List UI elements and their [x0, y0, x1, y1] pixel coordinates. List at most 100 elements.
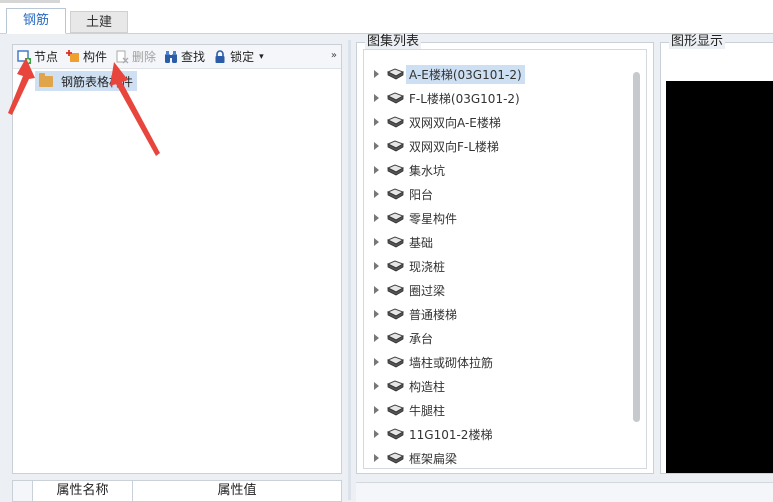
property-name-column[interactable]: 属性名称	[33, 481, 133, 501]
expand-arrow-icon[interactable]	[374, 70, 379, 78]
atlas-item[interactable]: 双网双向F-L楼梯	[374, 136, 499, 156]
book-icon	[386, 284, 405, 296]
graphic-canvas[interactable]	[666, 81, 773, 473]
expand-arrow-icon[interactable]	[374, 454, 379, 462]
tree-root-label: 钢筋表格构件	[61, 74, 134, 89]
find-button[interactable]: 查找	[160, 46, 209, 68]
expand-arrow-icon[interactable]	[374, 166, 379, 174]
atlas-item[interactable]: 框架扁梁	[374, 448, 457, 468]
atlas-item-label: 框架扁梁	[409, 451, 458, 466]
atlas-item[interactable]: 牛腿柱	[374, 400, 445, 420]
panel-splitter[interactable]	[348, 40, 351, 500]
book-icon	[386, 116, 405, 128]
tab-strip-accent	[0, 0, 60, 3]
expand-arrow-icon[interactable]	[374, 382, 379, 390]
atlas-list-title: 图集列表	[365, 34, 422, 49]
expand-arrow-icon[interactable]	[374, 118, 379, 126]
folder-icon	[39, 72, 53, 87]
atlas-item[interactable]: 承台	[374, 328, 433, 348]
add-component-label: 构件	[83, 50, 108, 64]
atlas-item[interactable]: 双网双向A-E楼梯	[374, 112, 501, 132]
atlas-item[interactable]: 现浇桩	[374, 256, 445, 276]
atlas-item-label: 牛腿柱	[409, 403, 446, 418]
book-icon	[386, 308, 405, 320]
atlas-item-label: 阳台	[409, 187, 434, 202]
add-component-icon	[66, 49, 80, 64]
property-row-header	[13, 481, 33, 501]
delete-button[interactable]: 删除	[111, 46, 160, 68]
delete-label: 删除	[132, 50, 157, 64]
atlas-list-scrollbar[interactable]	[633, 72, 640, 422]
graphic-display-title: 图形显示	[669, 34, 726, 49]
add-node-label: 节点	[34, 50, 59, 64]
book-icon	[386, 452, 405, 464]
atlas-item[interactable]: 构造柱	[374, 376, 445, 396]
atlas-item[interactable]: 基础	[374, 232, 433, 252]
atlas-item[interactable]: 阳台	[374, 184, 433, 204]
parameter-toolbar	[356, 482, 773, 502]
atlas-item-label: A-E楼梯(03G101-2)	[406, 64, 525, 84]
atlas-item-label: 11G101-2楼梯	[409, 427, 493, 442]
component-toolbar: 节点 构件 删除 查找 锁定 ▾ »	[13, 45, 341, 69]
atlas-item[interactable]: 零星构件	[374, 208, 457, 228]
atlas-item-label: 墙柱或砌体拉筋	[409, 355, 494, 370]
component-tree-panel: 节点 构件 删除 查找 锁定 ▾ » 钢筋表格构件	[12, 44, 342, 474]
expand-arrow-icon[interactable]	[374, 142, 379, 150]
expand-arrow-icon[interactable]	[374, 214, 379, 222]
expand-arrow-icon[interactable]	[374, 334, 379, 342]
expand-arrow-icon[interactable]	[374, 406, 379, 414]
delete-icon	[115, 50, 129, 64]
atlas-item-label: 双网双向F-L楼梯	[409, 139, 499, 154]
expand-arrow-icon[interactable]	[374, 286, 379, 294]
expand-arrow-icon[interactable]	[374, 430, 379, 438]
property-grid-header: 属性名称 属性值	[12, 480, 342, 502]
book-icon	[386, 188, 405, 200]
atlas-item-label: 普通楼梯	[409, 307, 458, 322]
atlas-list: A-E楼梯(03G101-2) F-L楼梯(03G101-2) 双网双向A-E楼梯双…	[363, 49, 647, 469]
atlas-item-label: 圈过梁	[409, 283, 446, 298]
book-icon	[386, 380, 405, 392]
book-icon	[386, 428, 405, 440]
book-icon	[386, 236, 405, 248]
find-label: 查找	[181, 50, 206, 64]
atlas-item-label: 构造柱	[409, 379, 446, 394]
book-icon	[386, 140, 405, 152]
book-icon	[386, 68, 405, 80]
expand-arrow-icon[interactable]	[374, 238, 379, 246]
atlas-item[interactable]: F-L楼梯(03G101-2)	[374, 88, 520, 108]
atlas-item[interactable]: 圈过梁	[374, 280, 445, 300]
toolbar-overflow-icon[interactable]: »	[331, 50, 337, 61]
tree-root-node[interactable]: 钢筋表格构件	[35, 71, 138, 91]
expand-arrow-icon[interactable]	[374, 310, 379, 318]
atlas-item-label: 双网双向A-E楼梯	[409, 115, 501, 130]
expand-arrow-icon[interactable]	[374, 190, 379, 198]
expand-arrow-icon[interactable]	[374, 262, 379, 270]
atlas-item-label: 零星构件	[409, 211, 458, 226]
add-component-button[interactable]: 构件	[62, 46, 111, 68]
lock-button[interactable]: 锁定 ▾	[209, 46, 268, 68]
graphic-display-group: 图形显示	[660, 35, 773, 474]
tab-strip: 钢筋 土建	[0, 0, 773, 34]
expand-arrow-icon[interactable]	[374, 94, 379, 102]
atlas-item[interactable]: 墙柱或砌体拉筋	[374, 352, 493, 372]
atlas-item[interactable]: A-E楼梯(03G101-2)	[374, 64, 525, 84]
book-icon	[386, 332, 405, 344]
expand-arrow-icon[interactable]	[374, 358, 379, 366]
atlas-item[interactable]: 集水坑	[374, 160, 445, 180]
atlas-list-group: 图集列表 A-E楼梯(03G101-2) F-L楼梯(03G101-2) 双网双向A…	[356, 35, 654, 474]
property-value-column[interactable]: 属性值	[133, 481, 341, 501]
lock-dropdown-icon[interactable]: ▾	[259, 52, 264, 62]
book-icon	[386, 164, 405, 176]
atlas-item-label: 基础	[409, 235, 434, 250]
book-icon	[386, 212, 405, 224]
tab-civil[interactable]: 土建	[70, 11, 128, 33]
add-node-icon	[17, 49, 31, 64]
lock-icon	[213, 49, 227, 64]
tab-rebar[interactable]: 钢筋	[6, 8, 66, 34]
add-node-button[interactable]: 节点	[13, 46, 62, 68]
binoculars-icon	[164, 50, 178, 64]
atlas-item[interactable]: 普通楼梯	[374, 304, 457, 324]
book-icon	[386, 356, 405, 368]
atlas-item[interactable]: 11G101-2楼梯	[374, 424, 492, 444]
atlas-item-label: F-L楼梯(03G101-2)	[409, 91, 520, 106]
